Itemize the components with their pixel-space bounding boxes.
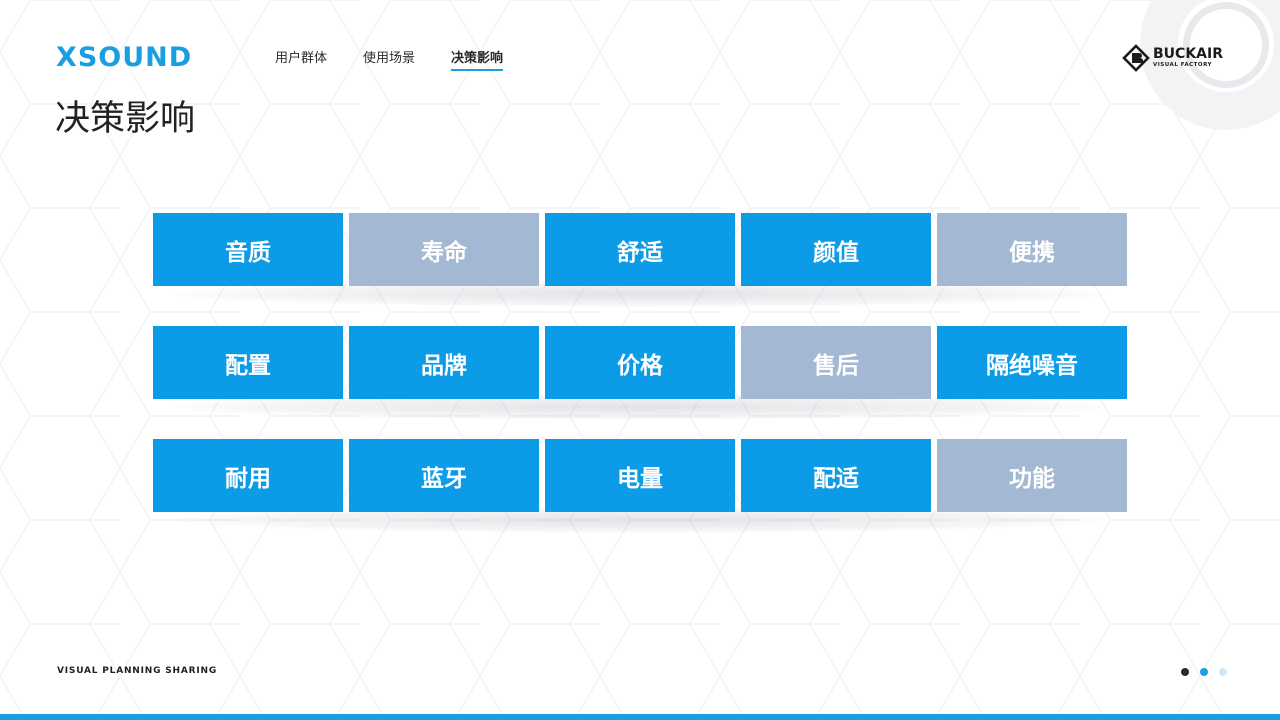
factor-tile[interactable]: 寿命 [349, 213, 539, 286]
factor-tile[interactable]: 音质 [153, 213, 343, 286]
factor-tile[interactable]: 价格 [545, 326, 735, 399]
factor-tile[interactable]: 电量 [545, 439, 735, 512]
brand-logo[interactable]: BUCKAIR VISUAL FACTORY [1122, 44, 1223, 72]
nav-item-decision-impact[interactable]: 决策影响 [451, 47, 504, 71]
bottom-accent-bar [0, 714, 1280, 720]
factor-tile[interactable]: 耐用 [153, 439, 343, 512]
decision-factor-grid: 音质 寿命 舒适 颜值 便携配置 品牌 价格 售后 隔绝噪音耐用 蓝牙 电量 配适 功能 [153, 213, 1127, 512]
pagination-dot[interactable] [1181, 668, 1189, 676]
factor-tile[interactable]: 舒适 [545, 213, 735, 286]
pagination-dots [1181, 668, 1227, 676]
page-title: 决策影响 [55, 99, 196, 139]
xsound-logo[interactable]: XSOUND [56, 42, 192, 73]
pagination-dot[interactable] [1219, 668, 1227, 676]
factor-tile[interactable]: 配适 [741, 439, 931, 512]
brand-name: BUCKAIR [1153, 46, 1223, 62]
footer-tagline: VISUAL PLANNING SHARING [57, 666, 218, 676]
factor-tile[interactable]: 隔绝噪音 [937, 326, 1127, 399]
factor-tile[interactable]: 品牌 [349, 326, 539, 399]
factor-tile[interactable]: 配置 [153, 326, 343, 399]
buckair-logo-icon [1122, 44, 1150, 72]
factor-tile[interactable]: 蓝牙 [349, 439, 539, 512]
factor-tile[interactable]: 便携 [937, 213, 1127, 286]
brand-text: BUCKAIR VISUAL FACTORY [1153, 47, 1223, 69]
pagination-dot[interactable] [1200, 668, 1208, 676]
top-nav: 用户群体 使用场景 决策影响 [275, 47, 539, 71]
factor-tile[interactable]: 功能 [937, 439, 1127, 512]
nav-item-user-groups[interactable]: 用户群体 [275, 47, 327, 71]
brand-subtitle: VISUAL FACTORY [1153, 62, 1213, 68]
factor-tile[interactable]: 颜值 [741, 213, 931, 286]
nav-item-usage-scenarios[interactable]: 使用场景 [363, 47, 415, 71]
factor-tile[interactable]: 售后 [741, 326, 931, 399]
